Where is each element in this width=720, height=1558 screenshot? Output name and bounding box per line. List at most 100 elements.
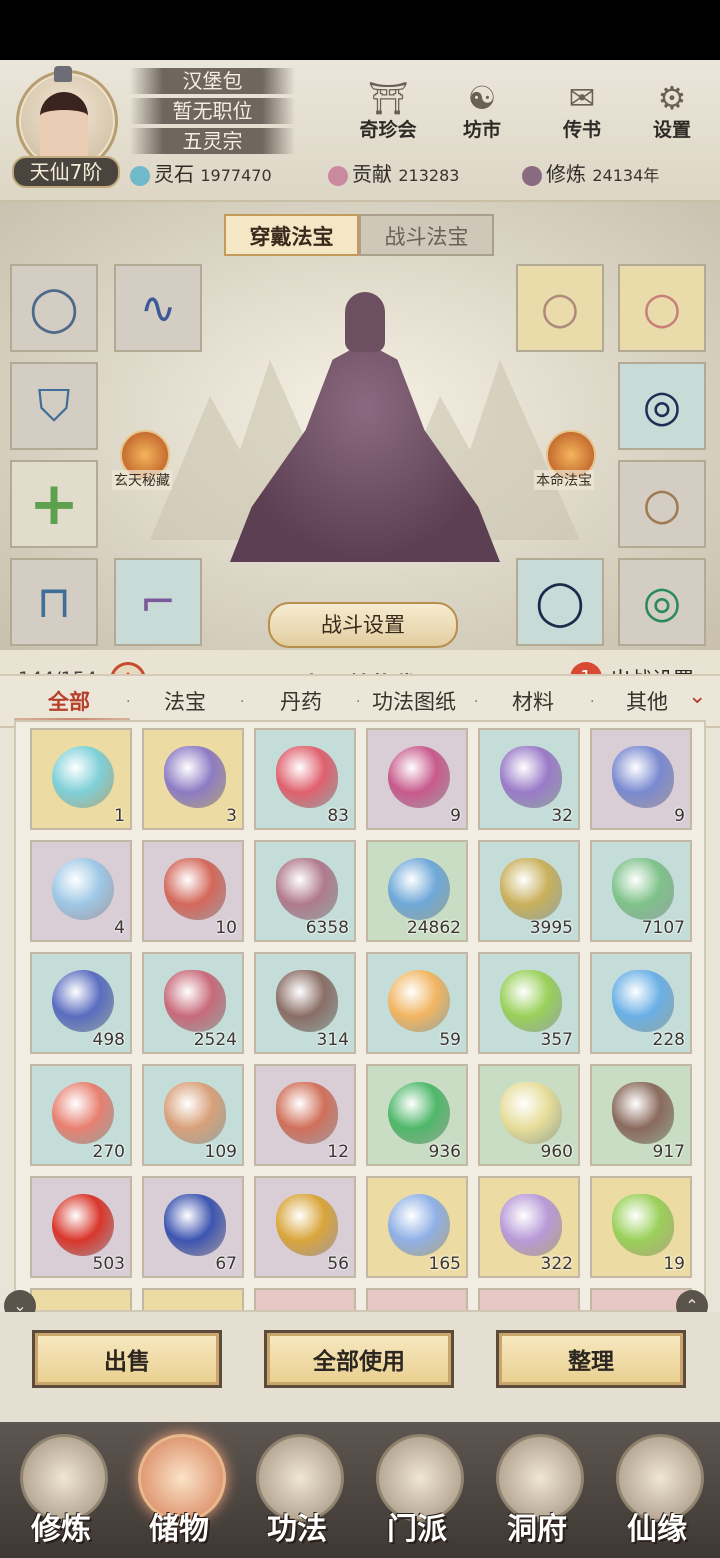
item-icon [612,746,674,808]
bracelet-slot[interactable]: ◯ [10,264,98,352]
pants-slot[interactable]: ⊓ [10,558,98,646]
item-slot[interactable]: 936 [366,1064,468,1166]
item-icon [612,1082,674,1144]
item-slot[interactable]: 498 [30,952,132,1054]
item-slot[interactable]: 3995 [478,840,580,942]
item-slot[interactable] [366,1288,468,1310]
settings-button[interactable]: ⚙ 设置 [632,78,712,150]
chevron-down-icon[interactable]: ⌄ [688,684,706,709]
nav-fate[interactable]: 仙缘 [602,1430,712,1554]
item-icon [164,1082,226,1144]
ring-icon: ◯ [535,576,585,628]
item-slot[interactable]: 357 [478,952,580,1054]
item-slot[interactable]: 1 [30,728,132,830]
item-count: 24862 [406,918,461,938]
item-count: 1 [114,806,125,826]
item-slot[interactable] [478,1288,580,1310]
realm-badge: 天仙7阶 [12,156,120,188]
item-count: 917 [652,1142,685,1162]
nav-sect[interactable]: 门派 [362,1430,472,1554]
item-slot[interactable]: 32 [478,728,580,830]
use-all-button[interactable]: 全部使用 [264,1330,454,1388]
ring-slot-2[interactable]: ○ [618,264,706,352]
gear-icon: ⚙ [657,79,687,117]
boots-slot[interactable]: ⌐ [114,558,202,646]
tab-pills[interactable]: 丹药 [280,686,322,716]
item-slot[interactable]: 9 [366,728,468,830]
nav-cave[interactable]: 洞府 [482,1430,592,1554]
character-figure [200,282,530,582]
tab-worn-treasures[interactable]: 穿戴法宝 [224,214,359,256]
item-slot[interactable]: 109 [142,1064,244,1166]
item-slot[interactable]: 2524 [142,952,244,1054]
battle-settings-button[interactable]: 战斗设置 [268,602,458,648]
armor-slot[interactable]: ⛉ [10,362,98,450]
item-slot[interactable]: 270 [30,1064,132,1166]
contribution-icon [328,165,348,186]
empty-slot[interactable]: + [10,460,98,548]
nav-label: 门派 [387,1512,447,1547]
nav-cultivate[interactable]: 修炼 [6,1430,116,1554]
ring-slot-1[interactable]: ○ [516,264,604,352]
item-slot[interactable]: 83 [254,728,356,830]
item-slot[interactable]: 24862 [366,840,468,942]
item-slot[interactable]: 4 [30,840,132,942]
ring-icon: ◎ [642,576,682,628]
item-count: 10 [215,918,237,938]
organize-button[interactable]: 整理 [496,1330,686,1388]
ring-slot-6[interactable]: ◎ [618,558,706,646]
treasure-pavilion-button[interactable]: ⛩ 奇珍会 [348,78,428,150]
sash-slot[interactable]: ∿ [114,264,202,352]
item-icon [276,746,338,808]
item-slot[interactable] [142,1288,244,1310]
item-slot[interactable]: 960 [478,1064,580,1166]
character-head [345,292,385,352]
item-slot[interactable]: 9 [590,728,692,830]
bottom-nav: 修炼 储物 功法 门派 洞府 仙缘 [0,1422,720,1558]
item-slot[interactable]: 10 [142,840,244,942]
item-count: 56 [327,1254,349,1274]
item-slot[interactable]: 56 [254,1176,356,1278]
item-slot[interactable]: 6358 [254,840,356,942]
item-count: 3 [226,806,237,826]
tab-materials[interactable]: 材料 [512,686,554,716]
item-slot[interactable]: 67 [142,1176,244,1278]
item-count: 3995 [529,918,573,938]
item-slot[interactable]: 12 [254,1064,356,1166]
bag-actions: 出售 全部使用 整理 [0,1312,720,1422]
item-slot[interactable]: 59 [366,952,468,1054]
ring-slot-5[interactable]: ◯ [516,558,604,646]
letters-button[interactable]: ✉ 传书 [542,78,622,150]
market-button[interactable]: ☯ 坊市 [442,78,522,150]
item-icon [500,858,562,920]
tab-others[interactable]: 其他 [626,686,668,716]
nav-storage[interactable]: 储物 [124,1430,234,1554]
item-slot[interactable]: 3 [142,728,244,830]
tab-all[interactable]: 全部 [48,686,90,716]
item-icon [164,858,226,920]
item-slot[interactable]: 322 [478,1176,580,1278]
tab-treasures[interactable]: 法宝 [164,686,206,716]
equip-tabs: 穿戴法宝 战斗法宝 [224,214,494,256]
tab-battle-treasures[interactable]: 战斗法宝 [359,214,494,256]
ring-slot-4[interactable]: ○ [618,460,706,548]
ring-slot-3[interactable]: ◎ [618,362,706,450]
item-slot[interactable]: 7107 [590,840,692,942]
item-slot[interactable]: 917 [590,1064,692,1166]
item-count: 498 [92,1030,125,1050]
item-slot[interactable] [30,1288,132,1310]
nav-label: 仙缘 [627,1512,687,1547]
item-icon [612,970,674,1032]
item-slot[interactable]: 19 [590,1176,692,1278]
item-slot[interactable]: 503 [30,1176,132,1278]
sell-button[interactable]: 出售 [32,1330,222,1388]
treasure-pavilion-label: 奇珍会 [359,119,417,141]
item-icon [164,1194,226,1256]
item-slot[interactable] [254,1288,356,1310]
nav-techniques[interactable]: 功法 [242,1430,352,1554]
item-slot[interactable]: 165 [366,1176,468,1278]
tab-manuals[interactable]: 功法图纸 [372,686,456,716]
item-slot[interactable]: 228 [590,952,692,1054]
player-name: 汉堡包 [130,68,295,94]
item-slot[interactable]: 314 [254,952,356,1054]
